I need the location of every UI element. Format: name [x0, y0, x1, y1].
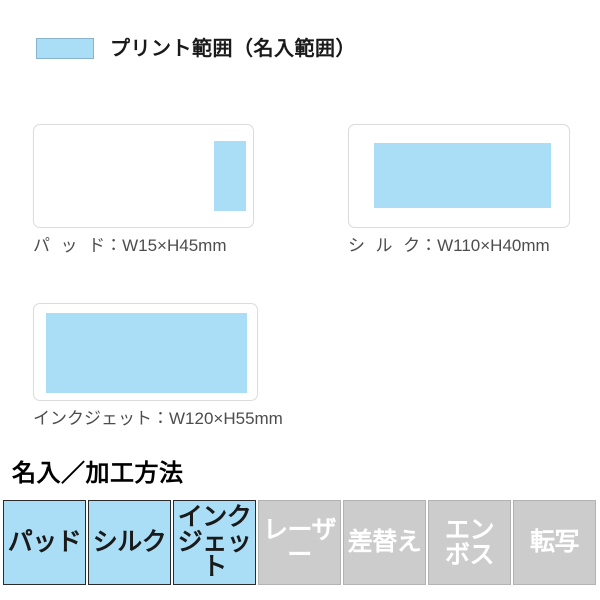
- print-area-shape-pad: [214, 141, 246, 211]
- print-area-legend: プリント範囲（名入範囲）: [36, 38, 356, 59]
- print-area-caption-pad: パッド：W15×H45mm: [33, 236, 254, 256]
- method-tile-unavailable[interactable]: レーザー: [258, 500, 341, 585]
- print-area-method-silk: シルク: [348, 236, 431, 255]
- method-tile-unavailable[interactable]: エン ボス: [428, 500, 511, 585]
- print-area-diagram-pad: パッド：W15×H45mm: [33, 124, 254, 256]
- print-area-shape-inkjet: [46, 313, 247, 393]
- print-area-diagram-inkjet: インクジェット：W120×H55mm: [33, 303, 283, 429]
- print-area-method-pad: パッド: [33, 236, 116, 255]
- method-tile-available[interactable]: インク ジェット: [173, 500, 256, 585]
- method-tile-label: 転写: [529, 528, 580, 557]
- print-area-dimension-inkjet: ：W120×H55mm: [152, 409, 283, 428]
- method-tile-label: エン ボス: [444, 515, 495, 569]
- print-area-method-inkjet: インクジェット: [33, 409, 152, 428]
- product-outline-pad: [33, 124, 254, 228]
- method-tile-label: レーザー: [262, 516, 337, 569]
- method-tile-label: シルク: [92, 528, 167, 557]
- method-tile-label: インク ジェット: [177, 503, 252, 581]
- method-tile-unavailable[interactable]: 転写: [513, 500, 596, 585]
- method-tile-available[interactable]: シルク: [88, 500, 171, 585]
- method-tile-label: パッド: [7, 528, 82, 557]
- print-area-caption-inkjet: インクジェット：W120×H55mm: [33, 409, 283, 429]
- legend-label: プリント範囲（名入範囲）: [110, 37, 356, 60]
- print-area-dimension-silk: ：W110×H40mm: [420, 236, 550, 255]
- method-tile-label: 差替え: [347, 528, 422, 557]
- print-area-shape-silk: [374, 143, 551, 208]
- method-tile-available[interactable]: パッド: [3, 500, 86, 585]
- print-area-dimension-pad: ：W15×H45mm: [105, 236, 227, 255]
- product-outline-inkjet: [33, 303, 258, 401]
- legend-color-swatch: [36, 38, 94, 59]
- methods-heading: 名入／加工方法: [12, 460, 184, 487]
- product-outline-silk: [348, 124, 570, 228]
- method-tile-unavailable[interactable]: 差替え: [343, 500, 426, 585]
- print-area-diagram-silk: シルク：W110×H40mm: [348, 124, 570, 256]
- print-area-caption-silk: シルク：W110×H40mm: [348, 236, 570, 256]
- methods-tile-row: パッド シルク インク ジェット レーザー 差替え エン ボス 転写: [3, 500, 596, 585]
